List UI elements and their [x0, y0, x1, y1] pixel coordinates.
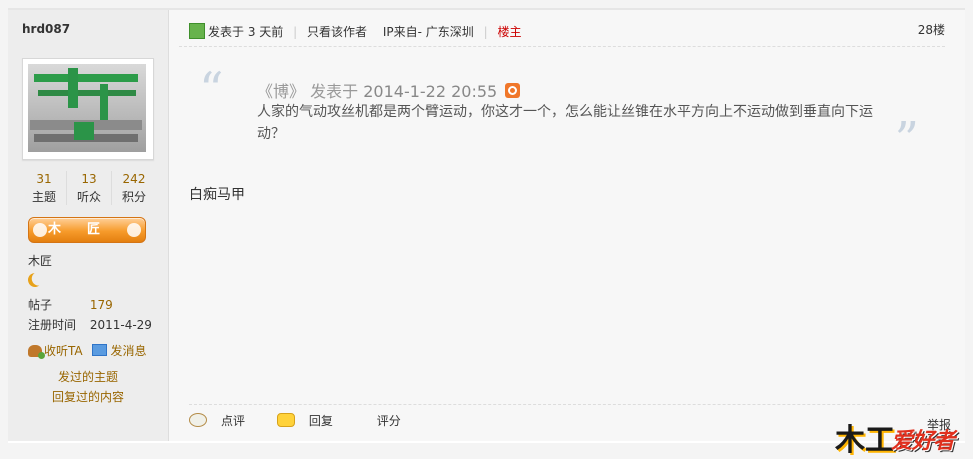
link-user-replies[interactable]: 回复过的内容	[28, 387, 148, 407]
user-actions: 收听TA 发消息	[28, 342, 152, 359]
link-user-topics[interactable]: 发过的主题	[28, 367, 148, 387]
posts-label: 帖子	[28, 298, 53, 312]
rank-title: 木匠	[28, 254, 53, 268]
mail-icon	[92, 344, 108, 356]
open-quote-icon: “	[199, 62, 224, 118]
quote-block: “ 《博》 发表于 2014-1-22 20:55 人家的气动攻丝机都是两个臂运…	[199, 62, 919, 168]
stat-topics[interactable]: 31 主题	[22, 171, 67, 205]
stat-points-value: 242	[122, 172, 146, 186]
posted-prefix: 发表于	[208, 25, 245, 39]
site-logo: 木工 爱好者	[835, 413, 965, 458]
comment-button[interactable]: 点评	[189, 413, 259, 428]
stat-points[interactable]: 242 积分	[112, 171, 156, 205]
reply-label: 回复	[308, 414, 333, 428]
close-quote-icon: ”	[894, 112, 919, 168]
comment-icon	[189, 413, 207, 427]
logo-mark: 木工	[835, 423, 895, 458]
posts-row: 帖子 179	[28, 296, 113, 313]
quote-author: 《博》	[257, 82, 306, 101]
message-button[interactable]: 发消息	[92, 344, 146, 358]
user-stats: 31 主题 13 听众 242 积分	[22, 171, 156, 211]
only-author-link[interactable]: 只看该作者	[307, 25, 367, 39]
stat-followers-label: 听众	[76, 190, 101, 204]
badge-dot-left	[33, 223, 47, 237]
posted-time: 3 天前	[247, 25, 284, 39]
ip-info: IP来自- 广东深圳	[382, 25, 474, 39]
posts-value[interactable]: 179	[90, 298, 113, 312]
reg-value: 2011-4-29	[89, 318, 152, 332]
op-badge: 楼主	[497, 25, 522, 39]
reply-button[interactable]: 回复	[276, 413, 347, 428]
post-header: 发表于 3 天前 | 只看该作者 IP来自- 广东深圳 | 楼主 28楼	[179, 10, 945, 47]
badge-dot-right	[127, 223, 141, 237]
floor-number[interactable]: 28楼	[918, 21, 945, 38]
user-links: 发过的主题 回复过的内容	[28, 367, 148, 407]
post-main: 发表于 3 天前 | 只看该作者 IP来自- 广东深圳 | 楼主 28楼 “ 《…	[169, 10, 965, 441]
follow-button[interactable]: 收听TA	[28, 344, 83, 359]
moon-icon	[26, 271, 44, 289]
post-meta: 发表于 3 天前 | 只看该作者 IP来自- 广东深圳 | 楼主	[208, 25, 522, 39]
follow-label: 收听TA	[44, 344, 83, 358]
online-status-icon	[189, 23, 205, 39]
quote-date: 2014-1-22 20:55	[363, 82, 498, 101]
reg-label: 注册时间	[28, 318, 77, 332]
stat-points-label: 积分	[121, 190, 146, 204]
post-footer: 点评 回复 评分	[189, 412, 415, 429]
footer-divider	[189, 404, 945, 405]
avatar[interactable]	[22, 58, 154, 160]
rank-badge-label: 木匠	[47, 222, 126, 237]
quote-body: 人家的气动攻丝机都是两个臂运动，你这才一个，怎么能让丝锥在水平方向上不运动做到垂…	[257, 104, 873, 142]
avatar-image	[28, 64, 146, 152]
stat-followers[interactable]: 13 听众	[67, 171, 112, 205]
follow-icon	[28, 345, 45, 359]
goto-post-icon[interactable]	[505, 83, 521, 98]
stat-topics-label: 主题	[31, 190, 56, 204]
reply-icon	[276, 413, 295, 427]
author-name[interactable]: hrd087	[22, 22, 70, 36]
message-label: 发消息	[110, 344, 147, 358]
quote-meta: 《博》 发表于 2014-1-22 20:55	[257, 78, 521, 102]
logo-text: 爱好者	[891, 429, 955, 454]
author-sidebar: hrd087 31 主题 13 听众 242 积分 木匠 木匠 帖子 179 注…	[8, 10, 169, 441]
comment-label: 点评	[221, 414, 246, 428]
stat-followers-value: 13	[81, 172, 97, 186]
reg-row: 注册时间 2011-4-29	[28, 316, 152, 333]
quote-posted-label: 发表于	[310, 82, 359, 101]
rate-button[interactable]: 评分	[377, 414, 401, 428]
stat-topics-value: 31	[36, 172, 52, 186]
rank-badge: 木匠	[28, 217, 146, 243]
post-content: 白痴马甲	[189, 187, 245, 203]
